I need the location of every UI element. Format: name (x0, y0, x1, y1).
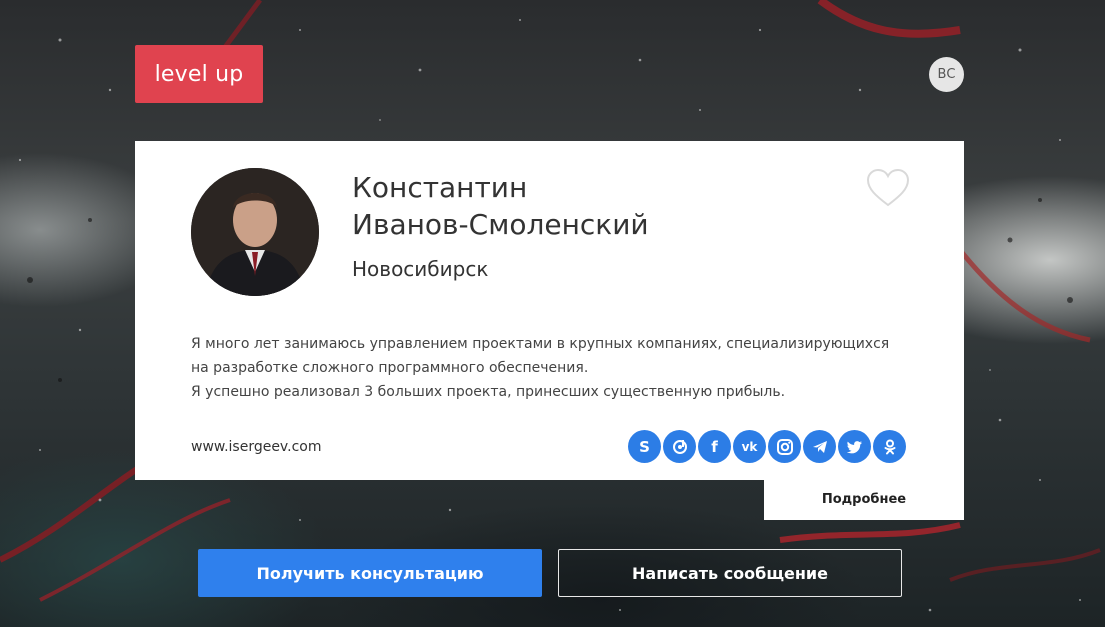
favorite-heart-icon[interactable] (866, 168, 910, 208)
tiktok-icon[interactable] (663, 430, 696, 463)
odnoklassniki-icon[interactable] (873, 430, 906, 463)
website-link[interactable]: www.isergeev.com (191, 439, 321, 455)
profile-name: Константин Иванов-Смоленский (352, 169, 752, 243)
write-message-label: Написать сообщение (632, 563, 828, 583)
profile-about: Я много лет занимаюсь управлением проект… (191, 332, 921, 404)
user-initials: ВС (937, 67, 956, 82)
twitter-icon[interactable] (838, 430, 871, 463)
vk-icon[interactable]: vk (733, 430, 766, 463)
social-links: S f vk (628, 430, 906, 463)
profile-photo (191, 168, 319, 296)
about-line: Я успешно реализовал 3 больших проекта, … (191, 384, 786, 400)
get-consultation-label: Получить консультацию (256, 563, 484, 583)
profile-card: Константин Иванов-Смоленский Новосибирск… (135, 141, 964, 480)
write-message-button[interactable]: Написать сообщение (558, 549, 902, 597)
more-details-label: Подробнее (821, 491, 907, 507)
person-portrait-image (191, 168, 319, 296)
facebook-icon[interactable]: f (698, 430, 731, 463)
about-line: Я много лет занимаюсь управлением проект… (191, 336, 890, 352)
about-line: на разработке сложного программного обес… (191, 360, 589, 376)
skype-icon[interactable]: S (628, 430, 661, 463)
user-avatar-button[interactable]: ВС (929, 57, 964, 92)
level-up-logo[interactable]: level up (135, 45, 263, 103)
get-consultation-button[interactable]: Получить консультацию (198, 549, 542, 597)
profile-first-name: Константин (352, 171, 528, 204)
instagram-icon[interactable] (768, 430, 801, 463)
logo-text: level up (154, 61, 244, 87)
profile-last-name: Иванов-Смоленский (352, 208, 649, 241)
profile-city: Новосибирск (352, 257, 489, 281)
more-details-link[interactable]: Подробнее (764, 478, 964, 520)
telegram-icon[interactable] (803, 430, 836, 463)
